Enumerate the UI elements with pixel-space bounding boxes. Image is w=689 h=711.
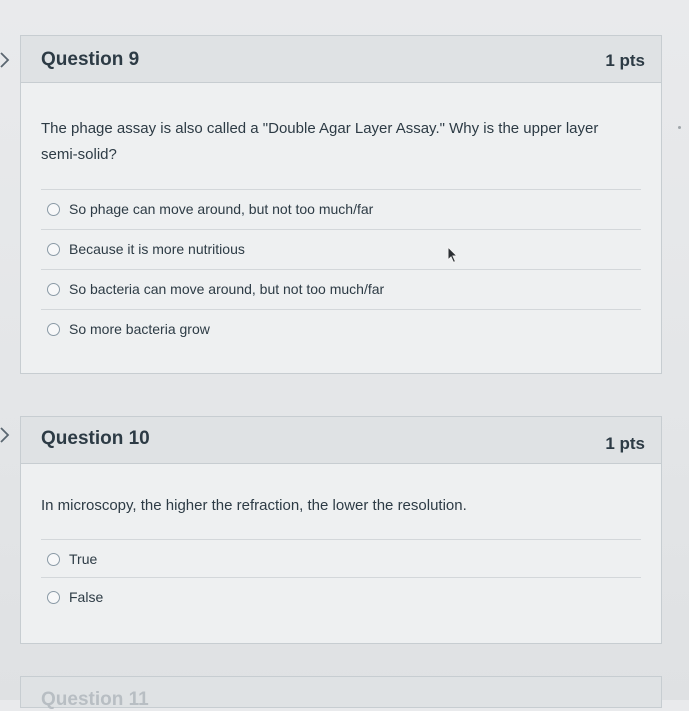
question-9-header: Question 9 1 pts <box>21 36 661 83</box>
question-text: The phage assay is also called a "Double… <box>41 120 599 163</box>
radio-button[interactable] <box>47 242 60 256</box>
answer-option[interactable]: So more bacteria grow <box>41 309 641 348</box>
question-text: In microscopy, the higher the refraction… <box>41 497 467 514</box>
answer-label: So phage can move around, but not too mu… <box>69 201 374 217</box>
answer-label: So more bacteria grow <box>69 321 210 337</box>
radio-button[interactable] <box>47 322 60 336</box>
mouse-pointer-icon <box>447 246 459 264</box>
radio-button[interactable] <box>47 282 60 296</box>
chevron-right-icon[interactable] <box>0 52 10 68</box>
answer-option[interactable]: So phage can move around, but not too mu… <box>41 189 641 228</box>
scroll-indicator <box>678 126 681 129</box>
question-points: 1 pts <box>605 51 645 70</box>
answer-option[interactable]: Because it is more nutritious <box>41 229 641 268</box>
question-points: 1 pts <box>605 434 645 453</box>
answer-label: Because it is more nutritious <box>69 241 245 257</box>
question-10-header: Question 10 1 pts <box>21 417 661 464</box>
question-title: Question 9 <box>41 49 140 70</box>
answer-label: So bacteria can move around, but not too… <box>69 281 385 297</box>
chevron-right-icon[interactable] <box>0 427 10 443</box>
radio-button[interactable] <box>47 202 60 216</box>
question-11-card: Question 11 <box>20 676 662 710</box>
question-title: Question 11 <box>41 689 149 710</box>
radio-button[interactable] <box>47 590 60 604</box>
answer-option[interactable]: False <box>41 577 641 616</box>
answer-label: True <box>69 551 98 567</box>
question-title: Question 10 <box>41 428 150 449</box>
radio-button[interactable] <box>47 552 60 566</box>
answer-label: False <box>69 589 104 605</box>
question-10-card: Question 10 1 pts In microscopy, the hig… <box>20 416 662 644</box>
answer-option[interactable]: So bacteria can move around, but not too… <box>41 269 641 308</box>
answer-option[interactable]: True <box>41 539 641 578</box>
question-9-card: Question 9 1 pts The phage assay is also… <box>20 35 662 374</box>
